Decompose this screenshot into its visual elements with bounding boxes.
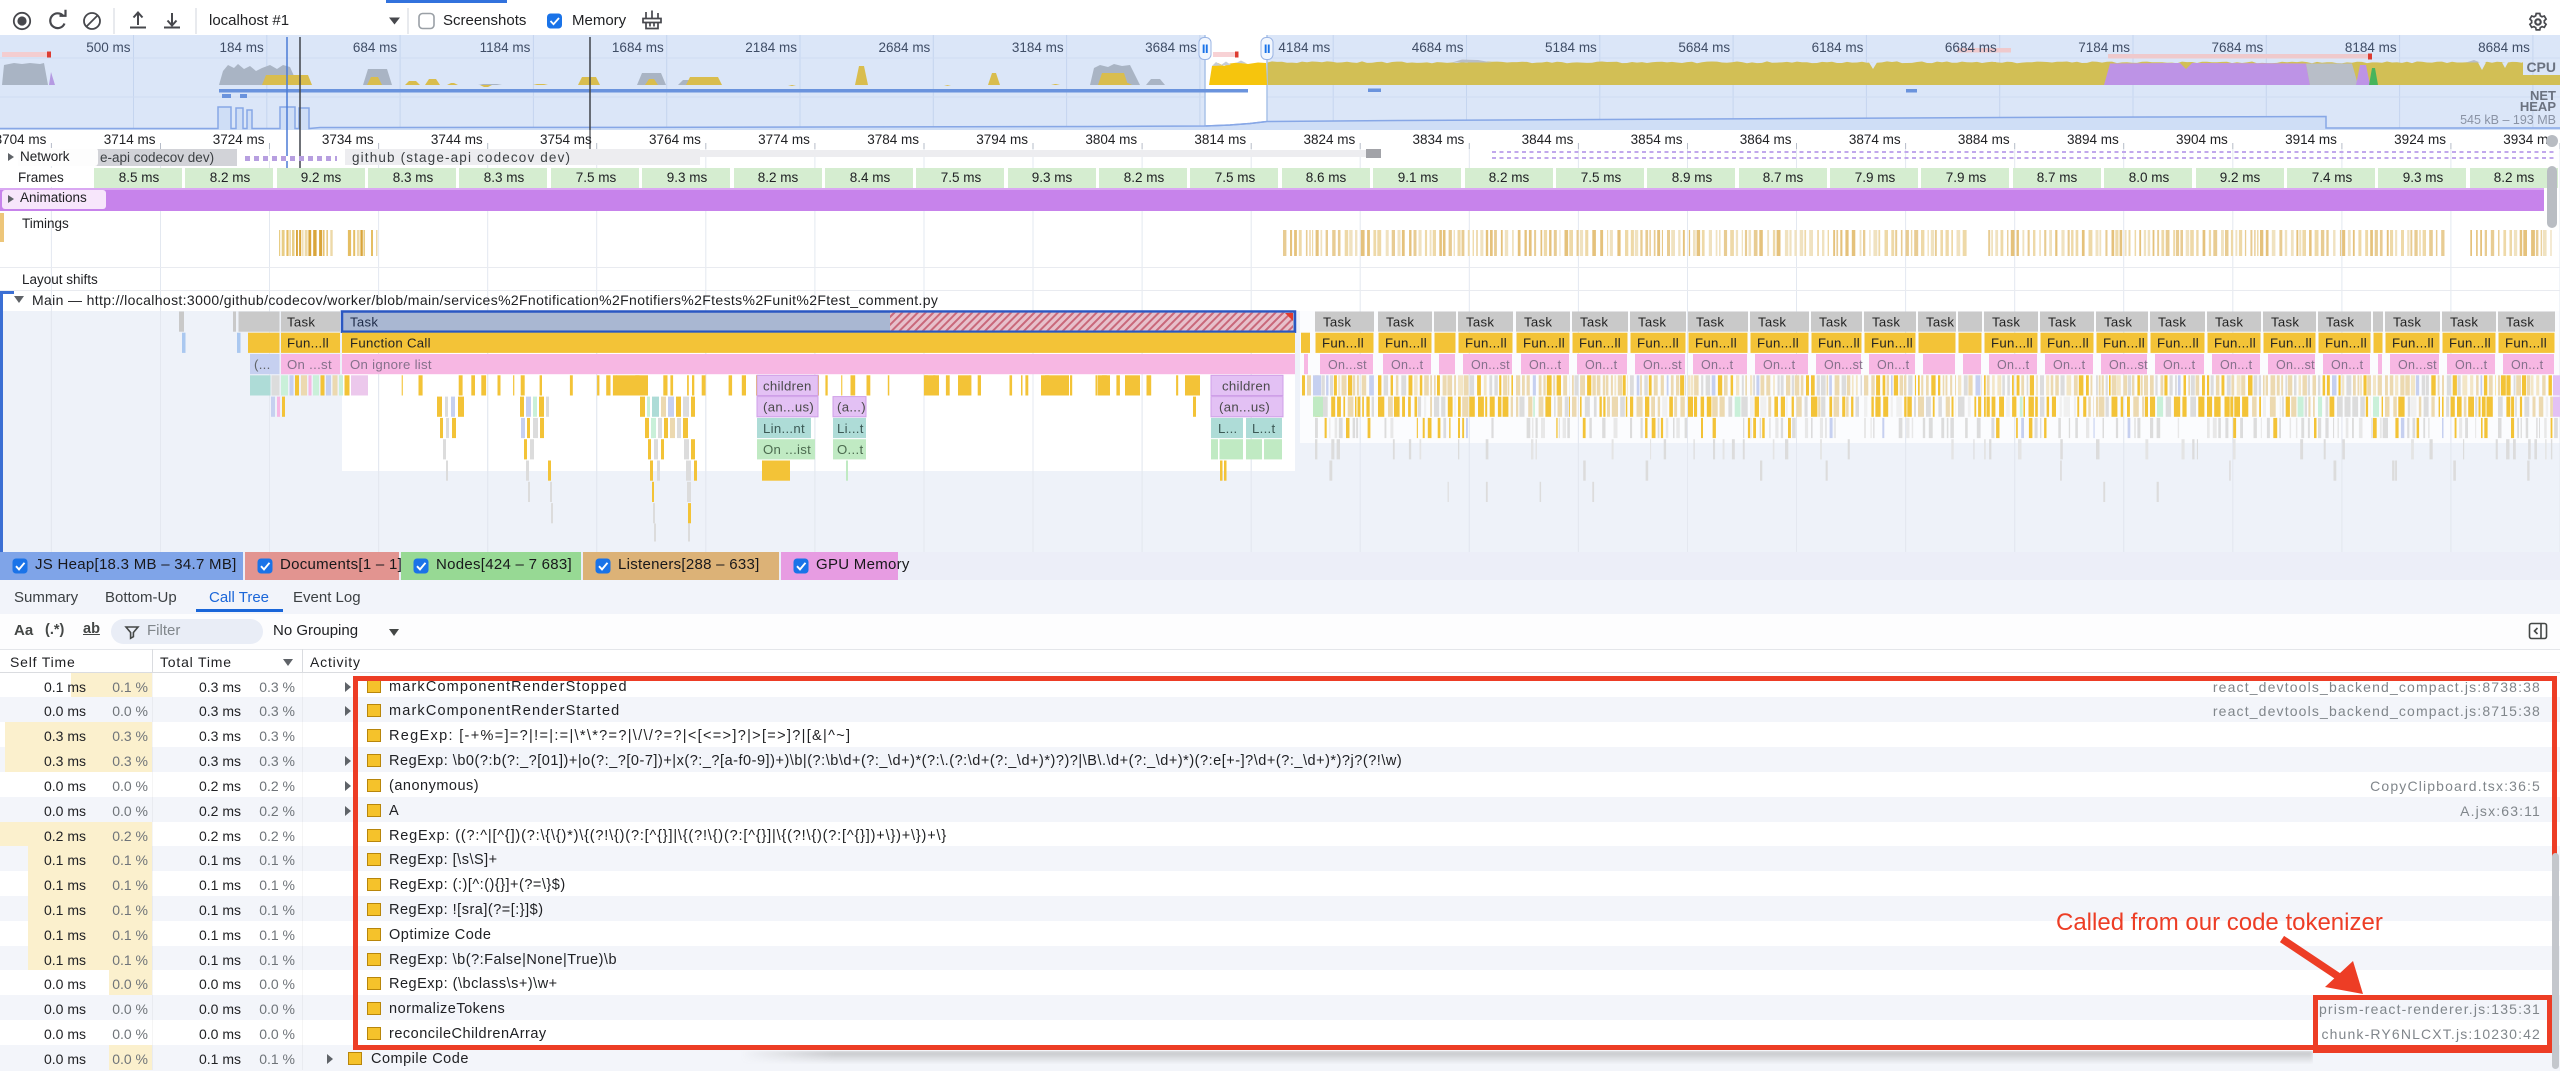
svg-text:Task: Task xyxy=(1992,315,2020,330)
svg-text:Task: Task xyxy=(1323,315,1351,330)
svg-text:On...t: On...t xyxy=(2163,358,2196,372)
svg-text:Task: Task xyxy=(1386,315,1414,330)
svg-text:Task: Task xyxy=(2104,315,2132,330)
svg-text:On...t: On...t xyxy=(1997,358,2030,372)
svg-text:Task: Task xyxy=(2450,315,2478,330)
svg-text:Task: Task xyxy=(2048,315,2076,330)
svg-text:On...t: On...t xyxy=(2220,358,2253,372)
svg-text:On...t: On...t xyxy=(2455,358,2488,372)
svg-text:On...t: On...t xyxy=(1529,358,1562,372)
svg-text:Fun...ll: Fun...ll xyxy=(1385,336,1427,351)
svg-text:Task: Task xyxy=(2506,315,2534,330)
svg-text:On ...ist: On ...ist xyxy=(763,442,811,457)
svg-text:On ...st: On ...st xyxy=(287,357,332,372)
svg-text:(a...): (a...) xyxy=(837,400,866,415)
svg-text:Fun...ll: Fun...ll xyxy=(2157,336,2199,351)
svg-text:Li...t: Li...t xyxy=(837,421,864,436)
svg-text:Fun...ll: Fun...ll xyxy=(2392,336,2434,351)
svg-text:Fun...ll: Fun...ll xyxy=(2449,336,2491,351)
svg-text:(...: (... xyxy=(254,357,271,372)
svg-text:L...: L... xyxy=(1218,421,1238,436)
svg-text:Fun...ll: Fun...ll xyxy=(2103,336,2145,351)
svg-text:Task: Task xyxy=(2215,315,2243,330)
svg-text:Fun...ll: Fun...ll xyxy=(287,336,329,351)
svg-text:On...t: On...t xyxy=(2053,358,2086,372)
svg-text:Fun...ll: Fun...ll xyxy=(2325,336,2367,351)
svg-text:Fun...ll: Fun...ll xyxy=(1322,336,1364,351)
svg-text:Task: Task xyxy=(287,315,315,330)
svg-text:Fun...ll: Fun...ll xyxy=(1465,336,1507,351)
svg-text:Task: Task xyxy=(2326,315,2354,330)
svg-text:On...st: On...st xyxy=(1824,358,1863,372)
svg-text:On...st: On...st xyxy=(1471,358,1510,372)
svg-text:Task: Task xyxy=(1638,315,1666,330)
svg-text:Task: Task xyxy=(350,315,378,330)
svg-text:Function Call: Function Call xyxy=(350,336,431,351)
svg-text:children: children xyxy=(1222,378,1271,393)
svg-text:L...t: L...t xyxy=(1252,421,1276,436)
svg-text:On...st: On...st xyxy=(1328,358,1367,372)
svg-text:On...t: On...t xyxy=(1701,358,1734,372)
svg-text:Task: Task xyxy=(1926,315,1954,330)
svg-text:Task: Task xyxy=(1872,315,1900,330)
svg-text:Fun...ll: Fun...ll xyxy=(1818,336,1860,351)
svg-text:Fun...ll: Fun...ll xyxy=(2505,336,2547,351)
svg-text:Lin...nt: Lin...nt xyxy=(763,421,805,436)
svg-text:Task: Task xyxy=(2158,315,2186,330)
svg-text:Task: Task xyxy=(1819,315,1847,330)
svg-text:On...t: On...t xyxy=(1585,358,1618,372)
svg-text:Fun...ll: Fun...ll xyxy=(1579,336,1621,351)
svg-text:(an...us): (an...us) xyxy=(763,400,814,415)
svg-text:Fun...ll: Fun...ll xyxy=(1695,336,1737,351)
svg-text:On...t: On...t xyxy=(1391,358,1424,372)
svg-text:Task: Task xyxy=(1758,315,1786,330)
svg-text:Fun...ll: Fun...ll xyxy=(1757,336,1799,351)
svg-text:Task: Task xyxy=(1466,315,1494,330)
svg-text:Task: Task xyxy=(2393,315,2421,330)
svg-text:On...st: On...st xyxy=(2398,358,2437,372)
svg-text:Fun...ll: Fun...ll xyxy=(2047,336,2089,351)
svg-text:Task: Task xyxy=(1524,315,1552,330)
svg-text:Fun...ll: Fun...ll xyxy=(1523,336,1565,351)
svg-text:On ignore list: On ignore list xyxy=(350,357,432,372)
svg-text:O...t: O...t xyxy=(837,442,863,457)
svg-text:Fun...ll: Fun...ll xyxy=(2214,336,2256,351)
svg-text:On...st: On...st xyxy=(2276,358,2315,372)
svg-text:On...st: On...st xyxy=(2109,358,2148,372)
svg-text:On...t: On...t xyxy=(1763,358,1796,372)
svg-text:Task: Task xyxy=(2271,315,2299,330)
svg-text:Fun...ll: Fun...ll xyxy=(1991,336,2033,351)
svg-text:Fun...ll: Fun...ll xyxy=(1637,336,1679,351)
svg-text:children: children xyxy=(763,378,812,393)
svg-text:On...t: On...t xyxy=(1877,358,1910,372)
svg-text:Fun...ll: Fun...ll xyxy=(1871,336,1913,351)
svg-text:(an...us): (an...us) xyxy=(1219,400,1270,415)
svg-text:Task: Task xyxy=(1696,315,1724,330)
svg-text:On...st: On...st xyxy=(1643,358,1682,372)
svg-text:On...t: On...t xyxy=(2331,358,2364,372)
svg-text:Task: Task xyxy=(1580,315,1608,330)
svg-text:Fun...ll: Fun...ll xyxy=(2270,336,2312,351)
svg-text:On...t: On...t xyxy=(2511,358,2544,372)
